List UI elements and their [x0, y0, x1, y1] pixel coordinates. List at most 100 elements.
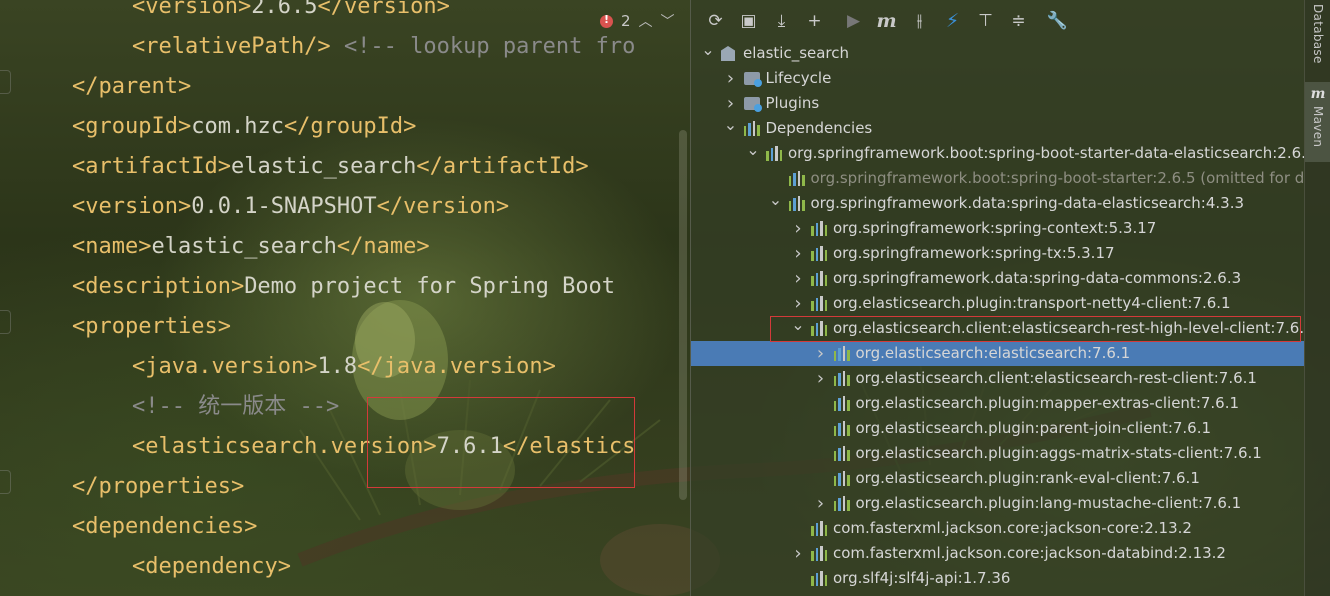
tree-node-label: org.elasticsearch.plugin:aggs-matrix-sta…: [855, 444, 1262, 462]
collapse-all-icon[interactable]: ≑: [1002, 6, 1035, 36]
editor-scrollbar[interactable]: [679, 130, 687, 500]
tree-node[interactable]: ⌄ org.springframework.boot:spring-boot-st…: [691, 140, 1305, 166]
settings-wrench-icon[interactable]: 🔧: [1041, 6, 1074, 36]
tree-node[interactable]: org.elasticsearch.plugin:aggs-matrix-sta…: [691, 441, 1305, 466]
code-line: <dependencies>: [72, 507, 257, 547]
tree-node-label: org.springframework:spring-tx:5.3.17: [833, 244, 1115, 262]
collapsed-chevron-icon[interactable]: ›: [724, 66, 738, 91]
error-icon: [600, 13, 613, 28]
tree-node[interactable]: › com.fasterxml.jackson.core:jackson-data…: [691, 541, 1305, 566]
fold-marker[interactable]: [0, 470, 11, 494]
library-icon: [833, 496, 850, 511]
expanded-chevron-icon[interactable]: ⌄: [701, 37, 715, 62]
code-line: <version>2.6.5</version>: [132, 0, 450, 27]
database-tab[interactable]: Database: [1305, 4, 1330, 70]
fold-marker[interactable]: [0, 70, 11, 94]
run-icon[interactable]: ▶: [837, 6, 870, 36]
xml-tag: <java.version>: [132, 354, 318, 379]
library-icon: [811, 546, 827, 561]
xml-text: 1.8: [317, 354, 358, 379]
collapsed-chevron-icon[interactable]: ›: [791, 216, 805, 241]
tree-node[interactable]: › org.springframework.data:spring-data-co…: [691, 266, 1305, 291]
tree-node[interactable]: org.springframework.boot:spring-boot-sta…: [691, 166, 1305, 191]
tree-node-label: org.springframework.data:spring-data-ela…: [810, 194, 1245, 212]
collapsed-chevron-icon[interactable]: ›: [814, 366, 828, 391]
collapsed-chevron-icon[interactable]: ›: [814, 341, 828, 366]
toggle-offline-icon[interactable]: ⫲: [903, 6, 936, 36]
xml-tag: <artifactId>: [72, 154, 231, 179]
expanded-chevron-icon[interactable]: ⌄: [769, 187, 783, 212]
collapsed-chevron-icon[interactable]: ›: [791, 541, 805, 566]
error-count: 2: [621, 12, 631, 30]
code-line: <dependency>: [132, 547, 291, 587]
fold-marker[interactable]: [0, 310, 11, 334]
tree-node[interactable]: › Plugins: [691, 91, 1305, 116]
execute-goal-icon[interactable]: m: [870, 6, 903, 36]
maven-tab-label: Maven: [1311, 106, 1325, 148]
library-icon: [811, 221, 827, 236]
code-line: </parent>: [72, 67, 191, 107]
library-icon: [833, 421, 850, 436]
xml-tag: </version>: [376, 194, 510, 219]
generate-sources-icon[interactable]: ▣: [732, 6, 765, 36]
previous-highlight-icon[interactable]: ︿: [639, 11, 653, 31]
tree-node-label: org.springframework:spring-context:5.3.1…: [833, 219, 1157, 237]
add-icon[interactable]: +: [798, 6, 831, 36]
maven-tool-window: ⟳ ▣ ⤓ + ▶ m ⫲ ⚡ ⊤ ≑ 🔧 ⌄ elastic_search › Lifecycle › Pl…: [690, 0, 1305, 596]
xml-tag: <name>: [72, 234, 152, 259]
tree-node[interactable]: › org.springframework:spring-tx:5.3.17: [691, 241, 1305, 266]
reload-icon[interactable]: ⟳: [699, 6, 732, 36]
collapsed-chevron-icon[interactable]: ›: [791, 266, 805, 291]
xml-tag: </properties>: [72, 474, 245, 499]
code-line: <version>0.0.1-SNAPSHOT</version>: [72, 187, 509, 227]
code-line: <properties>: [72, 307, 231, 347]
tree-node[interactable]: › org.springframework:spring-context:5.3.…: [691, 216, 1305, 241]
folder-icon: [743, 71, 762, 87]
code-editor[interactable]: <version>2.6.5</version> <relativePath/> …: [0, 0, 690, 596]
library-icon: [811, 271, 827, 286]
tree-node[interactable]: org.elasticsearch.plugin:parent-join-cli…: [691, 416, 1305, 441]
xml-comment: <!-- 统一版本 -->: [132, 394, 340, 419]
tree-node[interactable]: ⌄ org.springframework.data:spring-data-el…: [691, 190, 1305, 216]
tree-node-label: org.elasticsearch.plugin:lang-mustache-c…: [855, 494, 1242, 512]
maven-tab[interactable]: m Maven: [1305, 82, 1330, 162]
expanded-chevron-icon[interactable]: ⌄: [724, 112, 738, 137]
maven-icon: m: [1310, 86, 1326, 102]
library-icon: [833, 471, 850, 486]
tree-node[interactable]: › org.elasticsearch.plugin:transport-nett…: [691, 291, 1305, 316]
tree-node-label: org.springframework.boot:spring-boot-sta…: [788, 144, 1305, 162]
library-icon: [811, 571, 827, 586]
code-line: </properties>: [72, 467, 244, 507]
expanded-chevron-icon[interactable]: ⌄: [746, 137, 760, 162]
tree-node-label: org.springframework.boot:spring-boot-sta…: [810, 169, 1306, 187]
collapsed-chevron-icon[interactable]: ›: [814, 491, 828, 516]
tree-node[interactable]: org.elasticsearch.plugin:mapper-extras-c…: [691, 391, 1305, 416]
xml-text: Demo project for Spring Boot: [244, 274, 616, 299]
code-line: <artifactId>elastic_search</artifactId>: [72, 147, 589, 187]
xml-tag: </java.version>: [357, 354, 556, 379]
skip-tests-icon[interactable]: ⚡: [936, 6, 969, 36]
library-icon: [811, 246, 827, 261]
next-highlight-icon[interactable]: ﹀: [661, 11, 675, 31]
library-icon: [833, 446, 850, 461]
tree-node-label: Dependencies: [765, 119, 873, 137]
tree-node[interactable]: org.elasticsearch.plugin:rank-eval-clien…: [691, 466, 1305, 491]
inspection-widget[interactable]: 2 ︿ ﹀: [600, 10, 675, 32]
tree-node[interactable]: › Lifecycle: [691, 66, 1305, 91]
tree-node[interactable]: ⌄ elastic_search: [691, 40, 1305, 66]
xml-tag: <properties>: [72, 314, 231, 339]
tree-node[interactable]: ⌄ Dependencies: [691, 115, 1305, 141]
download-icon[interactable]: ⤓: [765, 6, 798, 36]
tree-node-label: org.elasticsearch.plugin:mapper-extras-c…: [855, 394, 1240, 412]
show-dependencies-icon[interactable]: ⊤: [969, 6, 1002, 36]
highlight-box-rest-high-level-client: [770, 316, 1301, 342]
right-tool-stripe: Database m Maven: [1304, 0, 1330, 596]
tree-node[interactable]: org.slf4j:slf4j-api:1.7.36: [691, 566, 1305, 591]
tree-node[interactable]: › org.elasticsearch:elasticsearch:7.6.1: [691, 341, 1305, 366]
collapsed-chevron-icon[interactable]: ›: [791, 241, 805, 266]
tree-node[interactable]: › org.elasticsearch.plugin:lang-mustache-…: [691, 491, 1305, 516]
tree-node-label: org.elasticsearch.plugin:rank-eval-clien…: [855, 469, 1200, 487]
tree-node[interactable]: com.fasterxml.jackson.core:jackson-core:…: [691, 516, 1305, 541]
code-line: <!-- 统一版本 -->: [132, 387, 339, 427]
tree-node[interactable]: › org.elasticsearch.client:elasticsearch-…: [691, 366, 1305, 391]
